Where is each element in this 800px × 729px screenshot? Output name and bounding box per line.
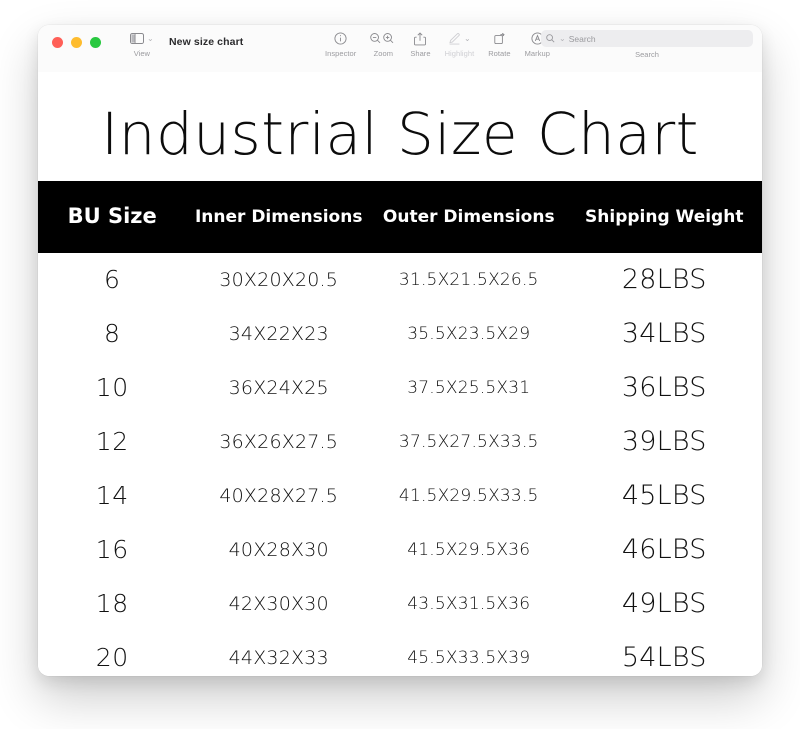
cell-outer-dimensions: 41.5X29.5X36 bbox=[407, 539, 531, 560]
table-header: BU Size Inner Dimensions Outer Dimension… bbox=[38, 181, 762, 253]
cell-shipping-weight: 46LBS bbox=[621, 534, 707, 566]
magnifier-icon bbox=[370, 30, 396, 47]
zoom-button[interactable]: Zoom bbox=[363, 30, 403, 58]
table-row: 20 44X32X33 45.5X33.5X39 54LBS bbox=[38, 631, 762, 676]
cell-inner-dimensions: 36X26X27.5 bbox=[219, 430, 339, 453]
cell-inner-dimensions: 42X30X30 bbox=[228, 592, 329, 615]
table-row: 18 42X30X30 43.5X31.5X36 49LBS bbox=[38, 577, 762, 631]
cell-inner-dimensions: 34X22X23 bbox=[228, 322, 329, 345]
inspector-label: Inspector bbox=[325, 49, 357, 58]
minimize-button[interactable] bbox=[71, 37, 82, 48]
chevron-down-icon[interactable]: ⌄ bbox=[559, 34, 566, 43]
search-placeholder: Search bbox=[568, 33, 596, 44]
cell-shipping-weight: 34LBS bbox=[621, 318, 707, 350]
cell-shipping-weight: 39LBS bbox=[621, 426, 707, 458]
highlight-button[interactable]: ⌄ Highlight bbox=[438, 30, 482, 58]
table-row: 6 30X20X20.5 31.5X21.5X26.5 28LBS bbox=[38, 253, 762, 307]
cell-shipping-weight: 36LBS bbox=[621, 372, 707, 404]
cell-bu-size: 14 bbox=[95, 481, 129, 511]
table-body: 6 30X20X20.5 31.5X21.5X26.5 28LBS 8 34X2… bbox=[38, 253, 762, 676]
share-label: Share bbox=[410, 49, 431, 58]
rotate-label: Rotate bbox=[488, 49, 511, 58]
cell-bu-size: 18 bbox=[95, 589, 129, 619]
column-header-bu-size: BU Size bbox=[67, 204, 157, 228]
cell-shipping-weight: 49LBS bbox=[621, 588, 707, 620]
table-row: 14 40X28X27.5 41.5X29.5X33.5 45LBS bbox=[38, 469, 762, 523]
cell-inner-dimensions: 40X28X27.5 bbox=[219, 484, 339, 507]
search-icon bbox=[546, 30, 555, 48]
cell-inner-dimensions: 44X32X33 bbox=[228, 646, 329, 669]
cell-outer-dimensions: 37.5X25.5X31 bbox=[407, 377, 531, 398]
view-button[interactable]: ⌄ View bbox=[123, 30, 161, 58]
close-button[interactable] bbox=[52, 37, 63, 48]
pen-icon: ⌄ bbox=[448, 30, 471, 47]
column-header-inner-dimensions: Inner Dimensions bbox=[194, 206, 363, 227]
share-icon bbox=[414, 30, 427, 47]
page-title: Industrial Size Chart bbox=[101, 100, 699, 168]
window-title: New size chart bbox=[169, 36, 244, 48]
sidebar-icon: ⌄ bbox=[130, 30, 154, 47]
column-header-outer-dimensions: Outer Dimensions bbox=[382, 206, 555, 227]
column-header-shipping-weight: Shipping Weight bbox=[585, 206, 744, 227]
cell-inner-dimensions: 40X28X30 bbox=[228, 538, 329, 561]
traffic-lights bbox=[38, 30, 101, 48]
cell-bu-size: 16 bbox=[95, 535, 129, 565]
toolbar-actions: Inspector Zoom Share ⌄ Highlight Rotate … bbox=[318, 30, 557, 58]
cell-shipping-weight: 45LBS bbox=[621, 480, 707, 512]
cell-bu-size: 8 bbox=[104, 319, 121, 349]
rotate-button[interactable]: Rotate bbox=[481, 30, 517, 58]
chevron-down-icon: ⌄ bbox=[464, 34, 471, 43]
preview-window: ⌄ View New size chart Inspector Zoom Sha… bbox=[38, 25, 762, 676]
cell-inner-dimensions: 36X24X25 bbox=[228, 376, 329, 399]
maximize-button[interactable] bbox=[90, 37, 101, 48]
cell-outer-dimensions: 31.5X21.5X26.5 bbox=[398, 269, 539, 290]
info-circle-icon bbox=[334, 30, 347, 47]
highlight-label: Highlight bbox=[444, 49, 475, 58]
cell-bu-size: 20 bbox=[95, 643, 129, 673]
cell-outer-dimensions: 43.5X31.5X36 bbox=[407, 593, 531, 614]
cell-outer-dimensions: 37.5X27.5X33.5 bbox=[398, 431, 539, 452]
cell-shipping-weight: 28LBS bbox=[621, 264, 707, 296]
table-row: 10 36X24X25 37.5X25.5X31 36LBS bbox=[38, 361, 762, 415]
rotate-icon bbox=[493, 30, 506, 47]
cell-bu-size: 12 bbox=[95, 427, 129, 457]
cell-outer-dimensions: 41.5X29.5X33.5 bbox=[398, 485, 539, 506]
window-toolbar: ⌄ View New size chart Inspector Zoom Sha… bbox=[38, 25, 762, 72]
search-input[interactable]: ⌄ Search bbox=[541, 30, 753, 47]
chevron-down-icon: ⌄ bbox=[147, 34, 154, 43]
document-page: Industrial Size Chart BU Size Inner Dime… bbox=[38, 72, 762, 676]
table-row: 12 36X26X27.5 37.5X27.5X33.5 39LBS bbox=[38, 415, 762, 469]
cell-bu-size: 6 bbox=[104, 265, 121, 295]
zoom-label: Zoom bbox=[373, 49, 393, 58]
cell-shipping-weight: 54LBS bbox=[621, 642, 707, 674]
table-row: 16 40X28X30 41.5X29.5X36 46LBS bbox=[38, 523, 762, 577]
cell-outer-dimensions: 45.5X33.5X39 bbox=[407, 647, 531, 668]
view-label: View bbox=[133, 49, 151, 58]
share-button[interactable]: Share bbox=[403, 30, 437, 58]
cell-inner-dimensions: 30X20X20.5 bbox=[219, 268, 339, 291]
size-chart-table: BU Size Inner Dimensions Outer Dimension… bbox=[38, 181, 762, 676]
inspector-button[interactable]: Inspector bbox=[318, 30, 363, 58]
table-row: 8 34X22X23 35.5X23.5X29 34LBS bbox=[38, 307, 762, 361]
search-area: ⌄ Search Search bbox=[541, 30, 753, 59]
cell-bu-size: 10 bbox=[95, 373, 129, 403]
desktop-background: ⌄ View New size chart Inspector Zoom Sha… bbox=[0, 0, 800, 729]
table-header-row: BU Size Inner Dimensions Outer Dimension… bbox=[38, 181, 762, 253]
cell-outer-dimensions: 35.5X23.5X29 bbox=[407, 323, 531, 344]
search-label: Search bbox=[635, 50, 659, 59]
